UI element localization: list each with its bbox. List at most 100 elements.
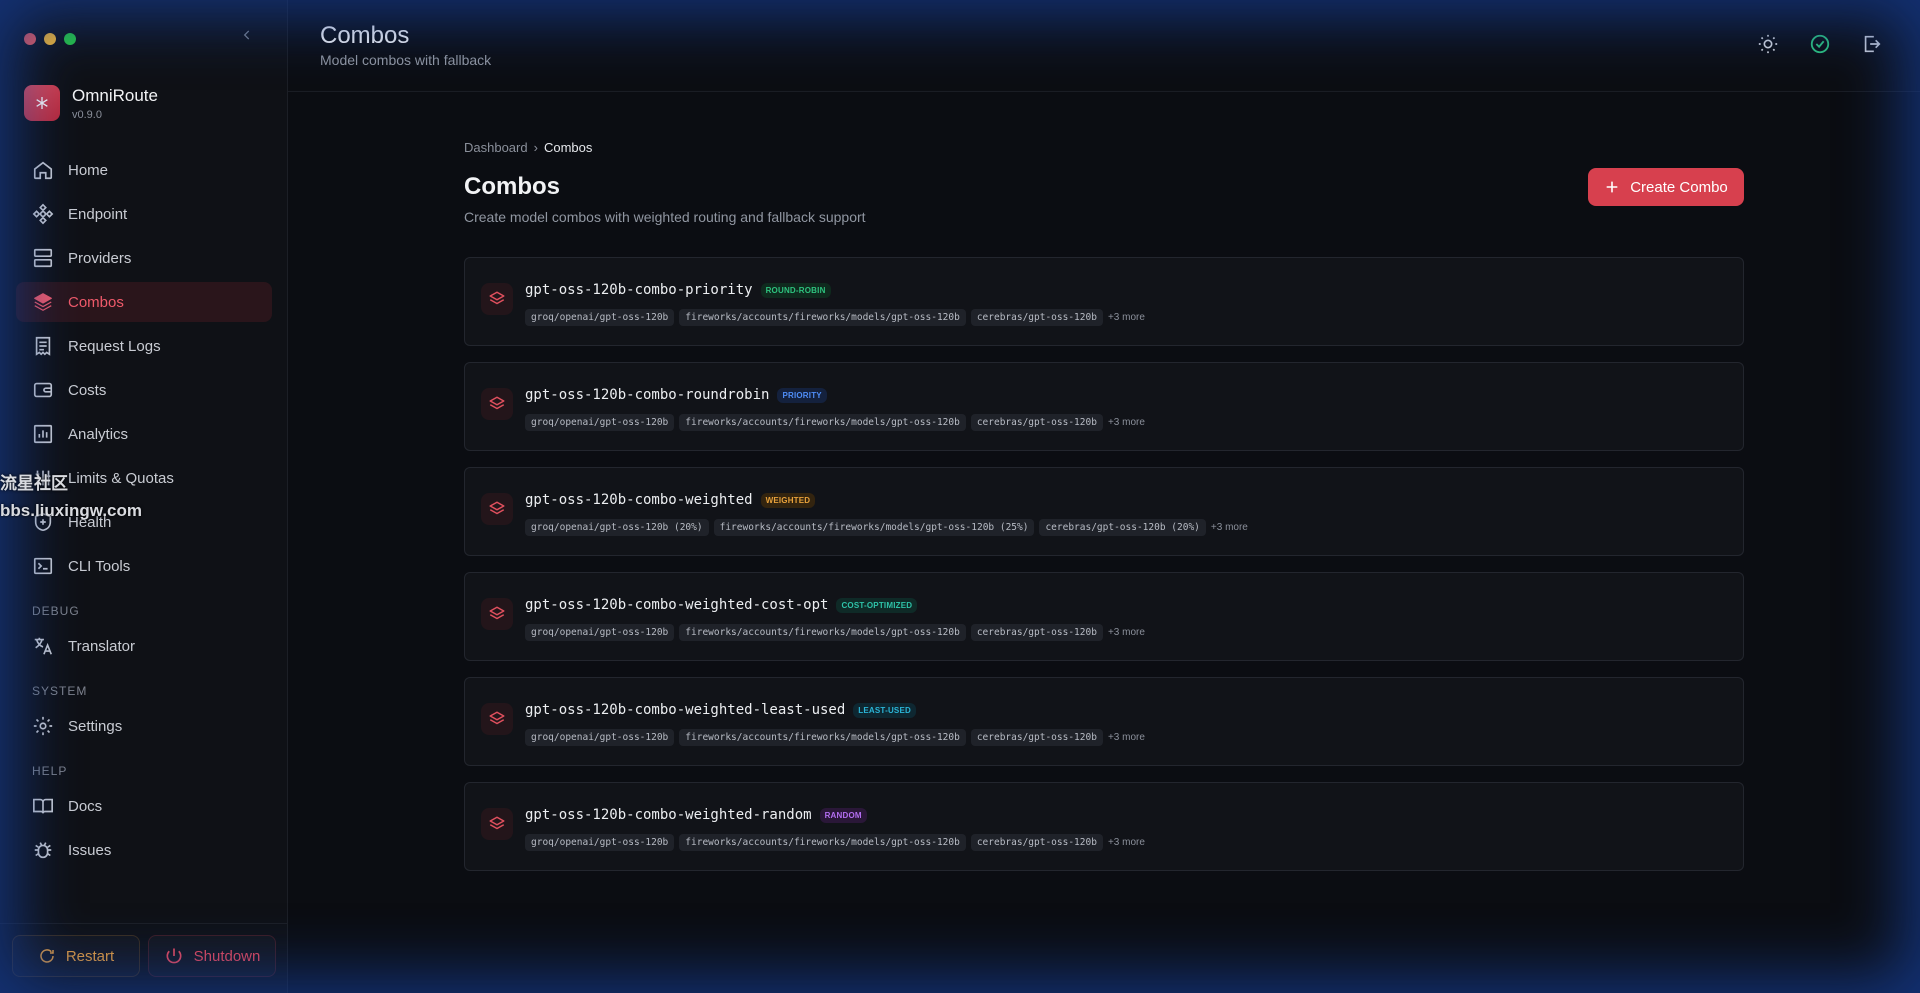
model-tag: cerebras/gpt-oss-120b — [970, 834, 1103, 851]
restart-button[interactable]: Restart — [12, 935, 140, 977]
more-models-count: +3 more — [1210, 522, 1248, 533]
sidebar-item-home[interactable]: Home — [16, 150, 272, 190]
sidebar-item-issues[interactable]: Issues — [16, 830, 272, 870]
bug-icon — [34, 842, 52, 859]
page-description: Create model combos with weighted routin… — [464, 209, 866, 225]
layers-icon — [481, 703, 513, 735]
model-tag: groq/openai/gpt-oss-120b — [525, 414, 675, 431]
watermark-line-1: 流星社区 — [0, 474, 68, 493]
watermark: 流星社区 bbs.liuxingw.com — [0, 470, 142, 524]
sidebar-item-endpoint[interactable]: Endpoint — [16, 194, 272, 234]
shutdown-button[interactable]: Shutdown — [148, 935, 276, 977]
strategy-badge: WEIGHTED — [760, 492, 816, 508]
sidebar-item-analytics[interactable]: Analytics — [16, 414, 272, 454]
restart-icon — [40, 949, 54, 963]
window-close-button[interactable] — [24, 33, 36, 45]
combo-card[interactable]: gpt-oss-120b-combo-weighted-random RANDO… — [464, 782, 1744, 871]
top-bar: Combos Model combos with fallback — [288, 0, 1920, 92]
sidebar-item-label: Home — [68, 161, 109, 179]
translate-icon — [34, 637, 53, 655]
model-tag: fireworks/accounts/fireworks/models/gpt-… — [679, 834, 966, 851]
header-subtitle: Model combos with fallback — [320, 52, 492, 68]
model-tag: fireworks/accounts/fireworks/models/gpt-… — [679, 414, 966, 431]
sidebar-footer: Restart Shutdown — [0, 923, 288, 993]
combo-card[interactable]: gpt-oss-120b-combo-priority ROUND-ROBIN … — [464, 257, 1744, 346]
book-icon — [33, 798, 53, 814]
brand-name: OmniRoute — [72, 85, 158, 105]
sidebar-item-label: Settings — [68, 717, 123, 735]
window-controls — [24, 33, 76, 45]
header-actions — [1756, 32, 1884, 56]
sidebar-item-request-logs[interactable]: Request Logs — [16, 326, 272, 366]
sidebar-item-providers[interactable]: Providers — [16, 238, 272, 278]
window-maximize-button[interactable] — [64, 33, 76, 45]
model-tag: groq/openai/gpt-oss-120b — [525, 309, 675, 326]
sidebar-item-label: Issues — [68, 841, 112, 859]
sidebar-item-docs[interactable]: Docs — [16, 786, 272, 826]
terminal-icon — [33, 557, 53, 575]
main-content: Dashboard › Combos Combos Create model c… — [464, 140, 1744, 887]
model-tag: groq/openai/gpt-oss-120b — [525, 624, 675, 641]
sidebar-item-cli-tools[interactable]: CLI Tools — [16, 546, 272, 586]
window-minimize-button[interactable] — [44, 33, 56, 45]
layers-icon — [481, 493, 513, 525]
sidebar-item-translator[interactable]: Translator — [16, 626, 272, 666]
combo-name: gpt-oss-120b-combo-priority — [525, 282, 753, 298]
model-tag: cerebras/gpt-oss-120b — [970, 624, 1103, 641]
combo-name: gpt-oss-120b-combo-roundrobin — [525, 387, 770, 403]
server-icon — [33, 248, 53, 268]
endpoint-icon — [32, 203, 54, 225]
model-tag: fireworks/accounts/fireworks/models/gpt-… — [679, 309, 966, 326]
page-header: Combos Create model combos with weighted… — [464, 168, 1744, 237]
layers-icon — [481, 808, 513, 840]
nav-section-system: SYSTEM — [32, 684, 88, 698]
create-combo-button[interactable]: Create Combo — [1588, 168, 1744, 206]
more-models-count: +3 more — [1107, 837, 1145, 848]
sun-icon — [1758, 34, 1778, 54]
more-models-count: +3 more — [1107, 417, 1145, 428]
strategy-badge: PRIORITY — [777, 387, 827, 403]
nav-section-help: HELP — [32, 764, 68, 778]
strategy-badge: RANDOM — [819, 807, 867, 823]
sidebar-item-label: Translator — [68, 637, 135, 655]
model-tag: cerebras/gpt-oss-120b (20%) — [1039, 519, 1206, 536]
layers-icon — [481, 283, 513, 315]
theme-toggle-button[interactable] — [1756, 32, 1780, 56]
combo-card[interactable]: gpt-oss-120b-combo-weighted-cost-opt COS… — [464, 572, 1744, 661]
sidebar-item-label: Providers — [68, 249, 132, 267]
combo-card[interactable]: gpt-oss-120b-combo-weighted WEIGHTED gro… — [464, 467, 1744, 556]
sidebar-item-label: Docs — [68, 797, 103, 815]
strategy-badge: ROUND-ROBIN — [760, 282, 831, 298]
layers-icon — [34, 293, 52, 311]
model-tag: cerebras/gpt-oss-120b — [970, 309, 1103, 326]
sidebar-item-label: Endpoint — [68, 205, 128, 223]
breadcrumb-separator: › — [533, 140, 538, 155]
sidebar-item-combos[interactable]: Combos — [16, 282, 272, 322]
model-tag: fireworks/accounts/fireworks/models/gpt-… — [679, 729, 966, 746]
sidebar-item-label: Request Logs — [68, 337, 161, 355]
breadcrumb-dashboard-link[interactable]: Dashboard — [464, 140, 528, 155]
chart-icon — [33, 424, 53, 444]
layers-icon — [481, 388, 513, 420]
page-title: Combos — [464, 173, 560, 200]
shutdown-label: Shutdown — [193, 947, 261, 965]
sidebar-item-settings[interactable]: Settings — [16, 706, 272, 746]
model-tag: groq/openai/gpt-oss-120b — [525, 834, 675, 851]
model-tag: groq/openai/gpt-oss-120b — [525, 729, 675, 746]
brand[interactable]: OmniRoute v0.9.0 — [24, 85, 158, 121]
combo-card[interactable]: gpt-oss-120b-combo-weighted-least-used L… — [464, 677, 1744, 766]
model-tag: cerebras/gpt-oss-120b — [970, 729, 1103, 746]
home-icon — [33, 161, 53, 180]
combo-name: gpt-oss-120b-combo-weighted-random — [525, 807, 812, 823]
brand-logo-icon — [24, 85, 60, 121]
sidebar-item-label: Analytics — [68, 425, 129, 443]
combo-card[interactable]: gpt-oss-120b-combo-roundrobin PRIORITY g… — [464, 362, 1744, 451]
model-tag: fireworks/accounts/fireworks/models/gpt-… — [679, 624, 966, 641]
logout-button[interactable] — [1860, 32, 1884, 56]
more-models-count: +3 more — [1107, 732, 1145, 743]
collapse-sidebar-button[interactable] — [236, 24, 258, 46]
status-ok-button[interactable] — [1808, 32, 1832, 56]
sidebar-item-costs[interactable]: Costs — [16, 370, 272, 410]
plus-icon — [1606, 181, 1618, 193]
strategy-badge: LEAST-USED — [853, 702, 916, 718]
